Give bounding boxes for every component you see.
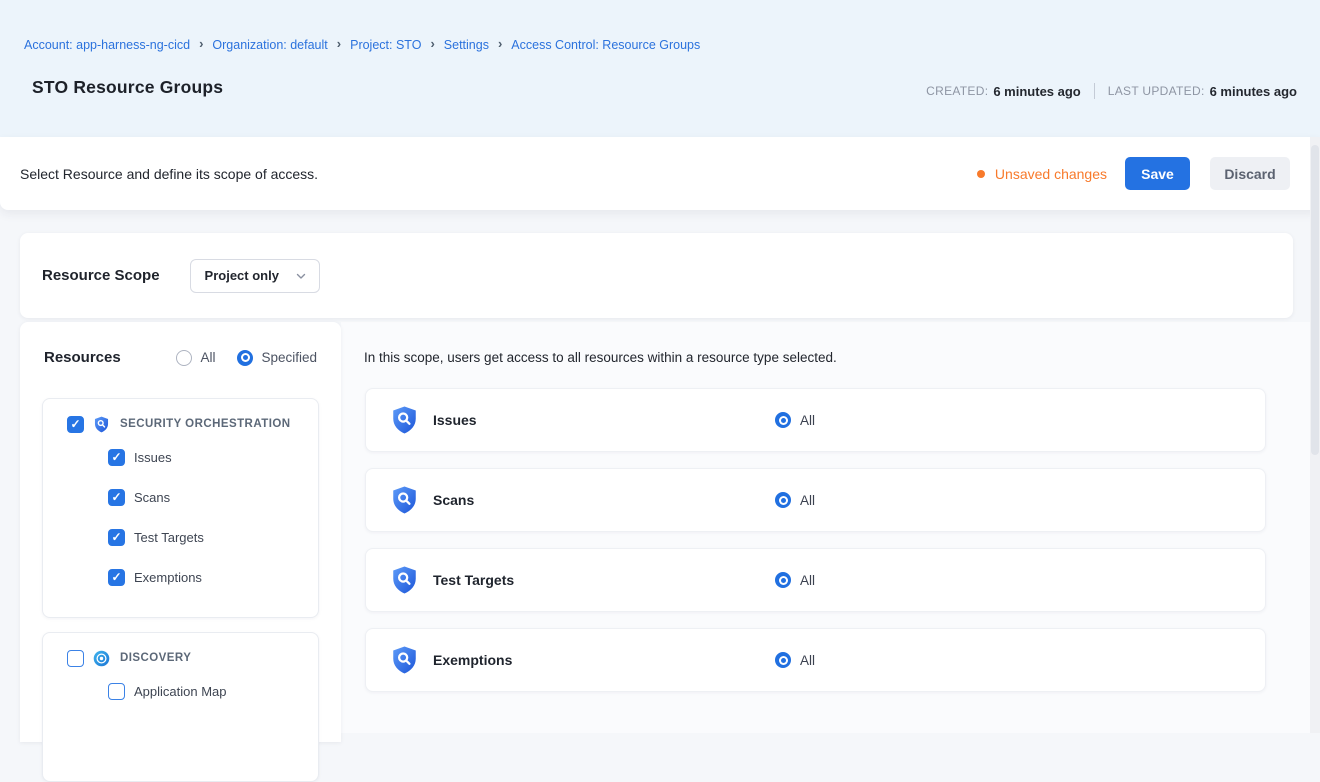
unsaved-changes-indicator: Unsaved changes	[977, 166, 1107, 182]
resource-card-title: Exemptions	[433, 652, 512, 668]
sto-shield-icon	[391, 645, 418, 675]
unsaved-dot-icon	[977, 170, 985, 178]
chevron-right-icon: ›	[337, 36, 341, 51]
header-meta: CREATED: 6 minutes ago LAST UPDATED: 6 m…	[926, 83, 1297, 99]
access-option-all[interactable]: All	[775, 492, 815, 508]
sto-resource-groups-page: Account: app-harness-ng-cicd › Organizat…	[0, 0, 1320, 733]
resource-scope-value: Project only	[205, 268, 279, 283]
chevron-right-icon: ›	[430, 36, 434, 51]
breadcrumb-account[interactable]: Account: app-harness-ng-cicd	[24, 38, 190, 52]
tree-item-test-targets[interactable]: Test Targets	[108, 517, 304, 557]
resource-card-issues: Issues All	[365, 388, 1266, 452]
resource-card-left: Issues	[391, 405, 775, 435]
resource-card-title: Scans	[433, 492, 474, 508]
save-button[interactable]: Save	[1125, 157, 1190, 190]
resources-panel-header: Resources All Specified	[20, 322, 341, 366]
page-title: STO Resource Groups	[32, 77, 223, 98]
breadcrumb-organization[interactable]: Organization: default	[212, 38, 327, 52]
radio-icon[interactable]	[176, 350, 192, 366]
chevron-right-icon: ›	[199, 36, 203, 51]
radio-option-specified[interactable]: Specified	[237, 350, 317, 366]
resource-card-test-targets: Test Targets All	[365, 548, 1266, 612]
access-option-all[interactable]: All	[775, 412, 815, 428]
radio-selected-icon[interactable]	[775, 412, 791, 428]
checkbox-checked-icon[interactable]	[108, 449, 125, 466]
access-option-label: All	[800, 653, 815, 668]
breadcrumb-access-control[interactable]: Access Control: Resource Groups	[511, 38, 700, 52]
access-option-label: All	[800, 413, 815, 428]
tree-item-exemptions[interactable]: Exemptions	[108, 557, 304, 597]
last-updated-label: LAST UPDATED:	[1108, 84, 1205, 98]
access-option-all[interactable]: All	[775, 652, 815, 668]
discovery-icon	[93, 650, 110, 667]
chevron-down-icon	[295, 270, 307, 282]
radio-selected-icon[interactable]	[237, 350, 253, 366]
sto-shield-icon	[93, 416, 110, 433]
tree-group-label: SECURITY ORCHESTRATION	[120, 418, 291, 430]
resource-scope-label: Resource Scope	[42, 267, 160, 284]
action-toolbar: Select Resource and define its scope of …	[0, 137, 1320, 210]
resource-card-title: Test Targets	[433, 572, 514, 588]
resource-scope-card: Resource Scope Project only	[20, 233, 1293, 318]
toolbar-description: Select Resource and define its scope of …	[20, 166, 318, 182]
resources-title: Resources	[44, 349, 121, 366]
sto-shield-icon	[391, 405, 418, 435]
access-option-label: All	[800, 493, 815, 508]
tree-group-row[interactable]: SECURITY ORCHESTRATION	[67, 411, 304, 437]
radio-selected-icon[interactable]	[775, 572, 791, 588]
access-option-label: All	[800, 573, 815, 588]
checkbox-checked-icon[interactable]	[108, 489, 125, 506]
tree-item-application-map[interactable]: Application Map	[108, 671, 304, 711]
created-value: 6 minutes ago	[993, 84, 1080, 99]
created-label: CREATED:	[926, 84, 988, 98]
last-updated-value: 6 minutes ago	[1210, 84, 1297, 99]
tree-item-issues[interactable]: Issues	[108, 437, 304, 477]
resource-card-exemptions: Exemptions All	[365, 628, 1266, 692]
checkbox-unchecked-icon[interactable]	[108, 683, 125, 700]
radio-option-specified-label: Specified	[261, 350, 317, 365]
sto-shield-icon	[391, 565, 418, 595]
breadcrumb: Account: app-harness-ng-cicd › Organizat…	[24, 37, 700, 52]
tree-item-label: Test Targets	[134, 530, 204, 545]
chevron-right-icon: ›	[498, 36, 502, 51]
radio-selected-icon[interactable]	[775, 652, 791, 668]
checkbox-checked-icon[interactable]	[108, 569, 125, 586]
breadcrumb-settings[interactable]: Settings	[444, 38, 489, 52]
resources-panel: Resources All Specified SECURITY ORCHES	[20, 322, 341, 742]
unsaved-changes-label: Unsaved changes	[995, 166, 1107, 182]
tree-group-row[interactable]: DISCOVERY	[67, 645, 304, 671]
checkbox-unchecked-icon[interactable]	[67, 650, 84, 667]
scrollbar-thumb[interactable]	[1311, 145, 1319, 455]
tree-item-label: Exemptions	[134, 570, 202, 585]
meta-divider	[1094, 83, 1095, 99]
resource-card-scans: Scans All	[365, 468, 1266, 532]
resource-scope-dropdown[interactable]: Project only	[190, 259, 320, 293]
radio-option-all-label: All	[200, 350, 215, 365]
tree-item-label: Issues	[134, 450, 172, 465]
radio-option-all[interactable]: All	[176, 350, 215, 366]
page-header: Account: app-harness-ng-cicd › Organizat…	[0, 0, 1320, 137]
scope-info-text: In this scope, users get access to all r…	[364, 350, 837, 365]
breadcrumb-project[interactable]: Project: STO	[350, 38, 421, 52]
checkbox-checked-icon[interactable]	[67, 416, 84, 433]
toolbar-actions: Unsaved changes Save Discard	[977, 157, 1290, 190]
discard-button[interactable]: Discard	[1210, 157, 1290, 190]
resources-mode-options: All Specified	[176, 350, 317, 366]
tree-group-label: DISCOVERY	[120, 652, 191, 664]
sto-shield-icon	[391, 485, 418, 515]
scrollbar-track[interactable]	[1310, 137, 1320, 733]
resource-card-title: Issues	[433, 412, 477, 428]
resource-card-left: Test Targets	[391, 565, 775, 595]
resource-card-left: Exemptions	[391, 645, 775, 675]
radio-selected-icon[interactable]	[775, 492, 791, 508]
resource-card-left: Scans	[391, 485, 775, 515]
tree-item-scans[interactable]: Scans	[108, 477, 304, 517]
resource-group-security-orchestration: SECURITY ORCHESTRATION Issues Scans Test…	[42, 398, 319, 618]
access-option-all[interactable]: All	[775, 572, 815, 588]
resource-group-discovery: DISCOVERY Application Map	[42, 632, 319, 782]
tree-item-label: Application Map	[134, 684, 227, 699]
checkbox-checked-icon[interactable]	[108, 529, 125, 546]
tree-item-label: Scans	[134, 490, 170, 505]
